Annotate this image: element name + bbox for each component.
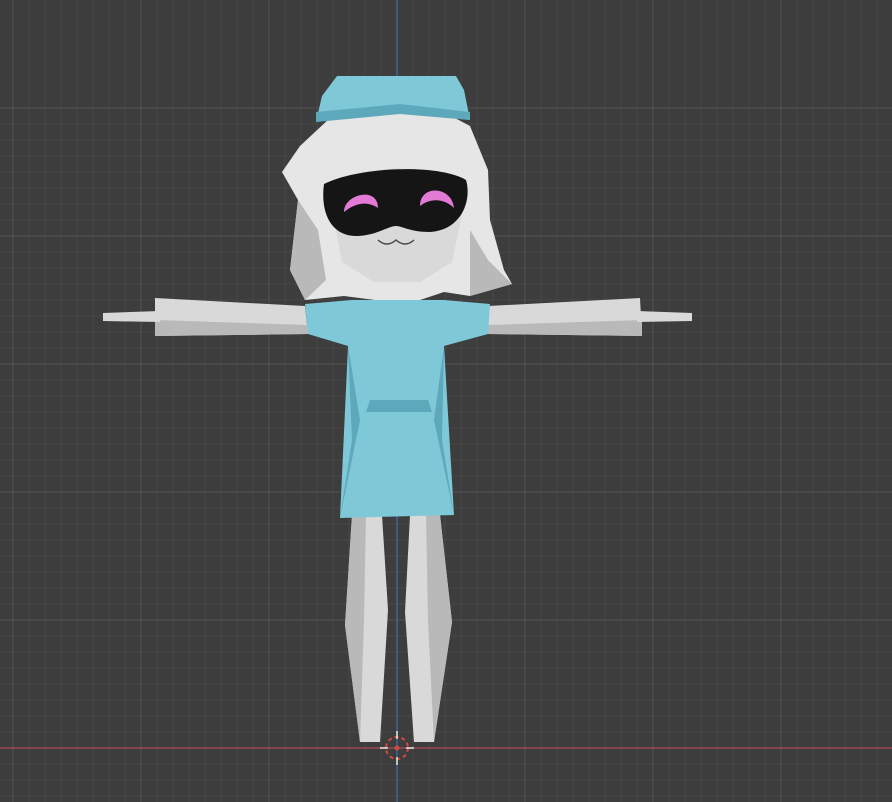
viewport-canvas[interactable] (0, 0, 892, 802)
3d-viewport[interactable] (0, 0, 892, 802)
legs (345, 515, 452, 742)
3d-cursor-icon[interactable] (380, 731, 414, 765)
